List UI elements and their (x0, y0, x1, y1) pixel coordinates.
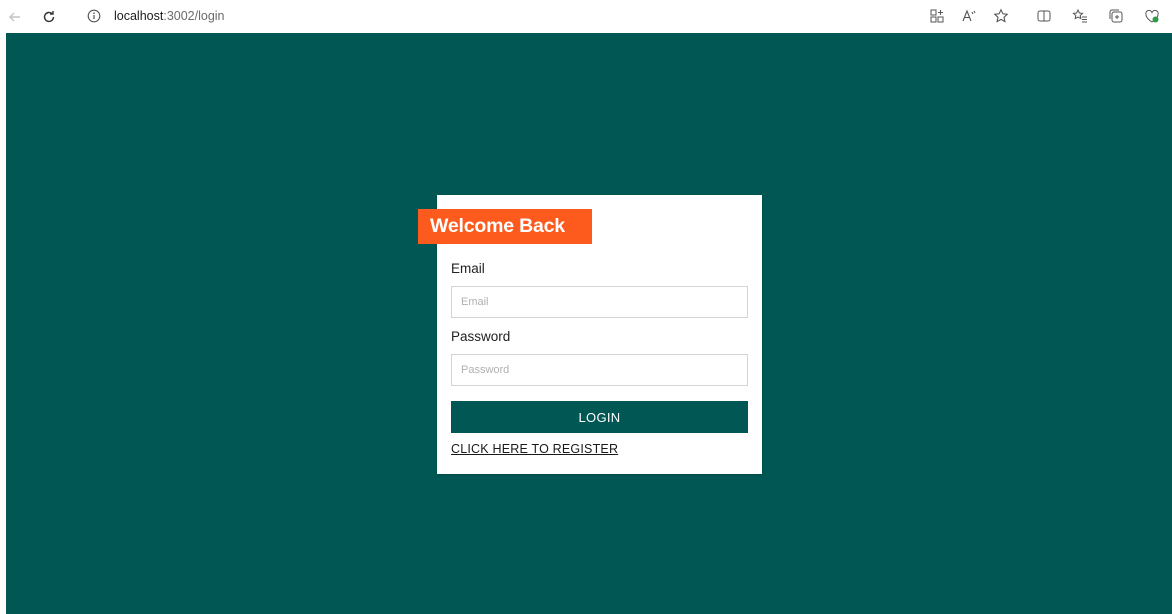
address-bar[interactable]: localhost:3002/login (74, 3, 1020, 30)
back-arrow-icon[interactable] (4, 6, 26, 28)
read-aloud-icon[interactable] (959, 6, 979, 26)
collections-icon[interactable] (1106, 6, 1126, 26)
welcome-title: Welcome Back (418, 209, 592, 244)
login-button[interactable]: LOGIN (451, 401, 748, 433)
split-screen-icon[interactable] (1034, 6, 1054, 26)
browser-essentials-icon[interactable] (1142, 6, 1162, 26)
url-path: :3002/login (163, 9, 225, 23)
favorite-star-icon[interactable] (991, 6, 1011, 26)
password-input[interactable] (451, 354, 748, 386)
email-label: Email (451, 261, 485, 276)
url-text[interactable]: localhost:3002/login (114, 9, 225, 23)
url-host: localhost (114, 9, 164, 23)
register-link[interactable]: CLICK HERE TO REGISTER (451, 442, 618, 456)
info-icon[interactable] (86, 8, 102, 24)
app-grid-icon[interactable] (927, 6, 947, 26)
password-label: Password (451, 329, 511, 344)
email-input[interactable] (451, 286, 748, 318)
refresh-icon[interactable] (38, 6, 60, 28)
favorites-list-icon[interactable] (1070, 6, 1090, 26)
browser-toolbar: localhost:3002/login (0, 0, 1172, 33)
